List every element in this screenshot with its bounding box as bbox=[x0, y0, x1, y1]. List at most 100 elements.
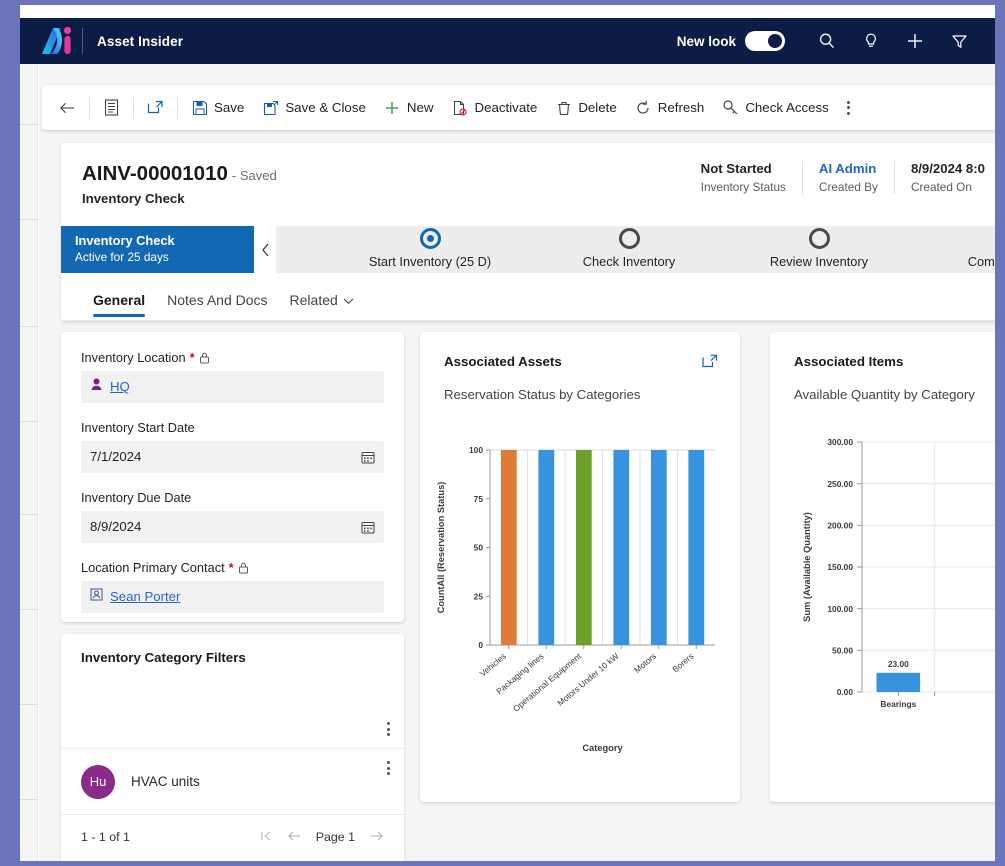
top-navigation-bar: Asset Insider New look bbox=[20, 18, 995, 64]
svg-text:25: 25 bbox=[474, 591, 484, 601]
app-title: Asset Insider bbox=[97, 33, 184, 49]
form-selector-icon[interactable] bbox=[94, 90, 129, 126]
calendar-icon[interactable] bbox=[361, 520, 375, 534]
record-header-fields: Not Started Inventory Status AI Admin Cr… bbox=[685, 161, 995, 194]
lightbulb-icon[interactable] bbox=[849, 18, 893, 64]
plus-icon[interactable] bbox=[893, 18, 937, 64]
svg-text:23.00: 23.00 bbox=[888, 659, 909, 669]
save-and-close-icon bbox=[262, 99, 279, 116]
field-inventory-start-date: Inventory Start Date 7/1/2024 bbox=[81, 420, 384, 473]
subgrid-command-menu-button[interactable] bbox=[387, 722, 390, 736]
next-page-button[interactable] bbox=[369, 830, 384, 845]
lock-icon bbox=[238, 562, 249, 574]
refresh-icon bbox=[635, 99, 652, 116]
new-button[interactable]: New bbox=[375, 90, 443, 126]
svg-text:250.00: 250.00 bbox=[827, 479, 853, 489]
deactivate-button[interactable]: Deactivate bbox=[442, 90, 546, 126]
row-name[interactable]: HVAC units bbox=[131, 774, 200, 789]
ai-logo-icon[interactable] bbox=[34, 18, 80, 64]
row-command-menu-button[interactable] bbox=[387, 761, 390, 775]
check-access-button[interactable]: Check Access bbox=[713, 90, 838, 126]
header-field-created-by[interactable]: AI Admin Created By bbox=[801, 161, 894, 194]
chevron-left-icon[interactable] bbox=[254, 226, 276, 273]
first-page-button[interactable] bbox=[260, 830, 273, 845]
chart-card-title: Associated Items bbox=[794, 354, 904, 369]
pager: Page 1 bbox=[260, 830, 384, 845]
record-count: 1 - 1 of 1 bbox=[81, 830, 130, 844]
bpf-process-name[interactable]: Inventory Check Active for 25 days bbox=[61, 226, 254, 273]
svg-text:CountAll (Reservation Status): CountAll (Reservation Status) bbox=[436, 482, 446, 614]
page-number-label: Page 1 bbox=[315, 830, 355, 844]
lock-icon bbox=[199, 352, 210, 364]
delete-button[interactable]: Delete bbox=[546, 90, 625, 126]
refresh-button[interactable]: Refresh bbox=[626, 90, 714, 126]
page-right-border bbox=[995, 0, 1005, 866]
avatar: Hu bbox=[81, 764, 115, 799]
deactivate-icon bbox=[451, 99, 468, 116]
record-id: AINV-00001010 bbox=[82, 162, 228, 185]
record-header-card: AINV-00001010- Saved Inventory Check Not… bbox=[61, 143, 995, 321]
table-row[interactable]: Hu HVAC units bbox=[61, 749, 404, 815]
bpf-stage-review-inventory[interactable]: Review Inventory bbox=[729, 226, 909, 273]
calendar-icon[interactable] bbox=[361, 450, 375, 464]
svg-text:Bearings: Bearings bbox=[880, 699, 916, 709]
stage-indicator-icon bbox=[618, 228, 640, 249]
new-label: New bbox=[406, 100, 434, 115]
save-icon bbox=[191, 99, 208, 116]
contact-icon bbox=[90, 588, 103, 606]
pop-out-icon[interactable] bbox=[702, 354, 718, 373]
command-overflow-button[interactable] bbox=[838, 90, 859, 126]
brand-divider bbox=[82, 28, 83, 54]
bpf-stage-start-inventory[interactable]: Start Inventory (25 D) bbox=[337, 226, 523, 273]
back-arrow-icon[interactable] bbox=[50, 90, 85, 126]
svg-text:Operational Equipment: Operational Equipment bbox=[511, 650, 584, 713]
filter-icon[interactable] bbox=[937, 18, 981, 64]
field-location-primary-contact: Location Primary Contact * Sean Porter bbox=[81, 560, 384, 613]
field-inventory-location: Inventory Location * HQ bbox=[81, 350, 384, 403]
business-process-flow: Inventory Check Active for 25 days Start… bbox=[61, 226, 995, 273]
inventory-due-date-input[interactable]: 8/9/2024 bbox=[81, 511, 384, 543]
location-primary-contact-value[interactable]: Sean Porter bbox=[110, 589, 180, 604]
svg-text:Category: Category bbox=[582, 743, 623, 753]
save-button[interactable]: Save bbox=[182, 90, 253, 126]
inventory-location-input[interactable]: HQ bbox=[81, 371, 384, 403]
general-form-section: Inventory Location * HQ Inventory Start … bbox=[61, 332, 404, 622]
chart-subtitle: Available Quantity by Category bbox=[794, 387, 975, 402]
tab-related[interactable]: Related bbox=[279, 280, 365, 320]
field-label: Inventory Due Date bbox=[81, 490, 192, 505]
deactivate-label: Deactivate bbox=[474, 100, 538, 115]
plus-icon bbox=[384, 99, 401, 116]
pop-out-icon[interactable] bbox=[138, 90, 173, 126]
reservation-status-bar-chart[interactable]: 0255075100VehiclesPackaging linesOperati… bbox=[420, 432, 740, 782]
check-access-label: Check Access bbox=[745, 100, 829, 115]
save-and-close-button[interactable]: Save & Close bbox=[253, 90, 375, 126]
left-navigation-rail bbox=[20, 64, 38, 861]
tab-notes-and-docs[interactable]: Notes And Docs bbox=[156, 280, 278, 320]
trash-icon bbox=[555, 99, 572, 116]
delete-label: Delete bbox=[578, 100, 617, 115]
inventory-location-value[interactable]: HQ bbox=[110, 379, 130, 394]
bpf-stage-complete-inventory[interactable]: Complete Inve bbox=[919, 226, 995, 273]
refresh-label: Refresh bbox=[657, 100, 705, 115]
available-quantity-bar-chart[interactable]: 0.00 50.00 100.00 150.00 200.00 250.00 300.00 2… bbox=[770, 420, 995, 770]
svg-text:Sum (Available Quantity): Sum (Available Quantity) bbox=[802, 512, 812, 622]
command-bar: Save Save & Close New Deactivate Delete … bbox=[42, 85, 995, 130]
bpf-stage-check-inventory[interactable]: Check Inventory bbox=[539, 226, 719, 273]
chevron-down-icon bbox=[343, 292, 354, 308]
header-field-created-on: 8/9/2024 8:0 Created On bbox=[893, 161, 995, 194]
inventory-start-date-value: 7/1/2024 bbox=[90, 449, 142, 464]
associated-items-chart-card: Associated Items Available Quantity by C… bbox=[770, 332, 995, 802]
location-primary-contact-input[interactable]: Sean Porter bbox=[81, 581, 384, 613]
svg-text:Borers: Borers bbox=[670, 651, 695, 675]
form-tab-list: General Notes And Docs Related bbox=[61, 273, 995, 321]
chart-card-title: Associated Assets bbox=[444, 354, 562, 369]
tab-general[interactable]: General bbox=[82, 280, 156, 320]
new-look-toggle[interactable] bbox=[745, 31, 785, 51]
subgrid-footer: 1 - 1 of 1 Page 1 bbox=[61, 815, 404, 859]
search-icon[interactable] bbox=[805, 18, 849, 64]
key-icon bbox=[722, 99, 739, 116]
inventory-start-date-input[interactable]: 7/1/2024 bbox=[81, 441, 384, 473]
save-label: Save bbox=[214, 100, 245, 115]
svg-text:Vehicles: Vehicles bbox=[478, 651, 508, 679]
previous-page-button[interactable] bbox=[287, 830, 302, 845]
